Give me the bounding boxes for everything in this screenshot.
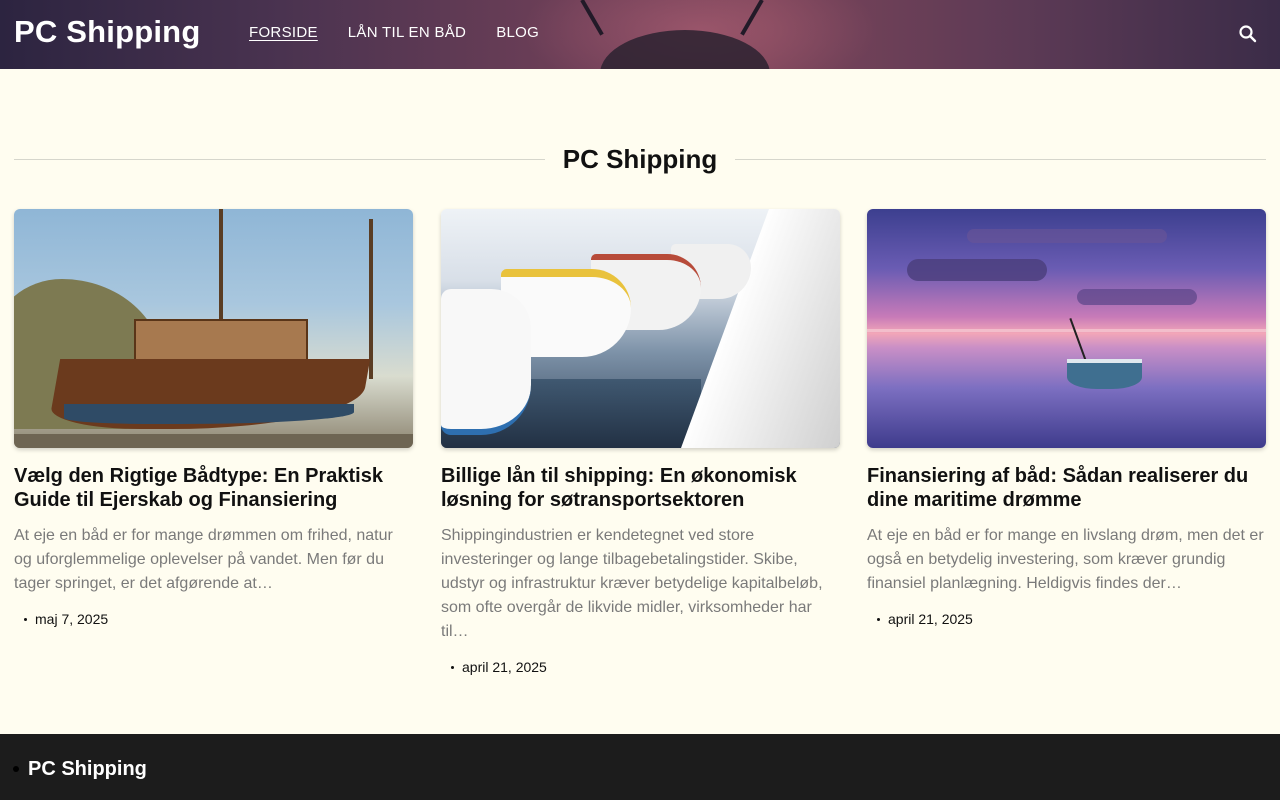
footer-bullet-icon [13,766,19,772]
footer-brand[interactable]: PC Shipping [28,758,147,781]
bullet-icon [877,617,880,621]
post-date: maj 7, 2025 [35,611,109,627]
nav-item-forside[interactable]: FORSIDE [249,24,318,41]
site-footer: PC Shipping [0,734,1280,800]
post-excerpt: At eje en båd er for mange en livslang d… [867,527,1264,592]
bullet-icon [24,617,27,621]
post-meta: april 21, 2025 [441,659,840,675]
post-thumbnail-sunset-boat[interactable] [867,209,1266,448]
post-date: april 21, 2025 [888,611,973,627]
nav-item-blog[interactable]: BLOG [496,24,539,41]
post-card: Finansiering af båd: Sådan realiserer du… [867,209,1266,627]
post-thumbnail-harbor-boats[interactable] [441,209,840,448]
divider-left [14,158,545,160]
post-title[interactable]: Vælg den Rigtige Bådtype: En Praktisk Gu… [14,464,413,512]
divider-right [735,158,1267,160]
main-nav: FORSIDE LÅN TIL EN BÅD BLOG [249,24,539,41]
post-meta: april 21, 2025 [867,611,1266,627]
post-title[interactable]: Finansiering af båd: Sådan realiserer du… [867,464,1266,512]
post-thumbnail-wooden-boat[interactable] [14,209,413,448]
nav-item-laan-til-en-baad[interactable]: LÅN TIL EN BÅD [348,24,466,41]
bullet-icon [451,665,454,669]
post-date: april 21, 2025 [462,659,547,675]
post-excerpt: At eje en båd er for mange drømmen om fr… [14,527,393,592]
post-meta: maj 7, 2025 [14,611,413,627]
site-logo[interactable]: PC Shipping [14,14,200,50]
post-card: Vælg den Rigtige Bådtype: En Praktisk Gu… [14,209,413,627]
search-icon[interactable] [1236,22,1260,46]
section-heading: PC Shipping [14,140,1267,178]
post-excerpt: Shippingindustrien er kendetegnet ved st… [441,527,823,640]
post-title[interactable]: Billige lån til shipping: En økonomisk l… [441,464,840,512]
post-card: Billige lån til shipping: En økonomisk l… [441,209,840,675]
section-title: PC Shipping [562,143,718,174]
site-header: PC Shipping FORSIDE LÅN TIL EN BÅD BLOG [0,0,1280,69]
